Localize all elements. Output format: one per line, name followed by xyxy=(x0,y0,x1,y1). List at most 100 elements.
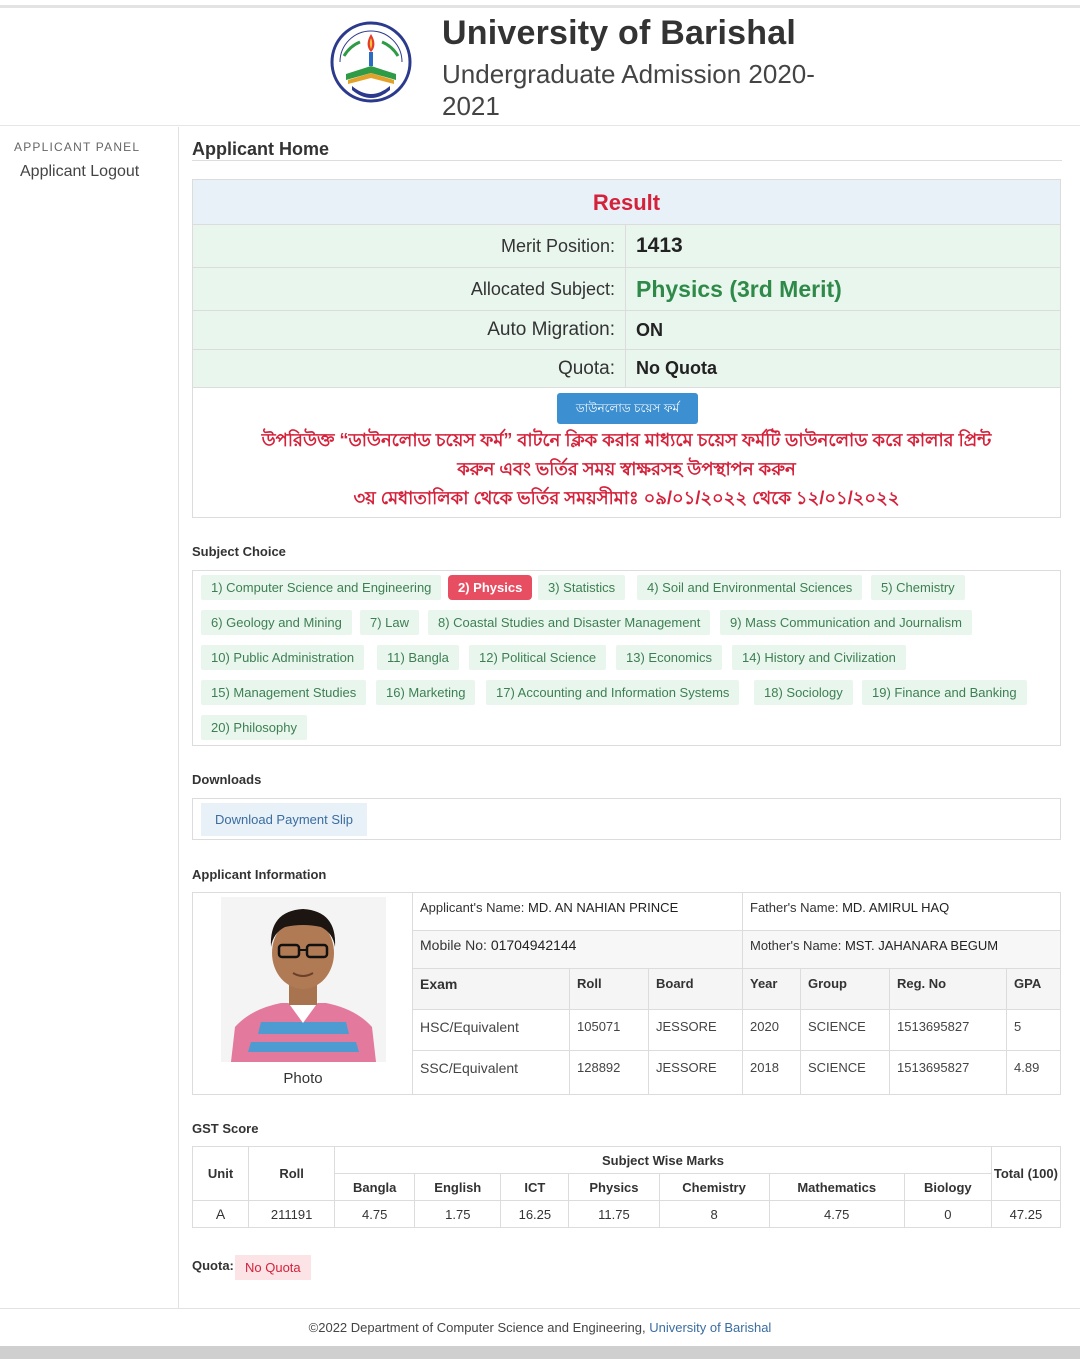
subject-choice-item: 9) Mass Communication and Journalism xyxy=(720,610,972,635)
subject-choice-item: 3) Statistics xyxy=(538,575,626,600)
result-row-subject: Allocated Subject: Physics (3rd Merit) xyxy=(193,268,1060,311)
gst-unit: A xyxy=(191,1200,250,1228)
gst-roll: 211191 xyxy=(248,1200,336,1228)
year-header: Year xyxy=(743,969,801,1010)
gst-mark: 11.75 xyxy=(568,1200,660,1228)
subject-choice-item: 16) Marketing xyxy=(376,680,476,705)
hsc-reg-no: 1513695827 xyxy=(890,1010,1007,1051)
quota-row: Quota: No Quota xyxy=(192,1255,311,1280)
notice-line-1: উপরিউক্ত “ডাউনলোড চয়েস ফর্ম” বাটনে ক্লি… xyxy=(261,430,992,450)
subject-choice-item: 18) Sociology xyxy=(754,680,853,705)
gst-mark: 1.75 xyxy=(414,1200,502,1228)
gst-subject-header: Biology xyxy=(903,1173,992,1201)
subject-choice-item: 19) Finance and Banking xyxy=(862,680,1027,705)
father-name-value: MD. AMIRUL HAQ xyxy=(842,900,950,915)
bottom-bar xyxy=(0,1346,1080,1359)
result-title: Result xyxy=(193,180,1060,225)
mother-name-cell: Mother's Name: MST. JAHANARA BEGUM xyxy=(743,931,1060,969)
roll-header: Roll xyxy=(570,969,649,1010)
hsc-year: 2020 xyxy=(743,1010,801,1051)
subject-choice-heading: Subject Choice xyxy=(192,544,286,559)
applicant-photo xyxy=(221,897,386,1062)
result-panel: Result Merit Position: 1413 Allocated Su… xyxy=(192,179,1061,518)
gst-mark: 16.25 xyxy=(500,1200,570,1228)
notice-line-2: করুন এবং ভর্তির সময় স্বাক্ষরসহ উপস্থাপন… xyxy=(457,459,796,479)
hsc-exam: HSC/Equivalent xyxy=(413,1010,570,1051)
mobile-value: 01704942144 xyxy=(490,937,577,953)
merit-position-label: Merit Position: xyxy=(193,225,626,267)
gpa-header: GPA xyxy=(1007,969,1060,1010)
gst-subject-header: English xyxy=(414,1173,502,1201)
gst-subject-header: Mathematics xyxy=(768,1173,905,1201)
exam-header: Exam xyxy=(413,969,570,1010)
gst-mark: 4.75 xyxy=(768,1200,905,1228)
gst-unit-header: Unit xyxy=(191,1146,250,1201)
subject-choice-item: 6) Geology and Mining xyxy=(201,610,352,635)
sidebar-item-logout[interactable]: Applicant Logout xyxy=(20,163,139,181)
auto-migration-value: ON xyxy=(636,320,663,340)
subject-choice-item: 7) Law xyxy=(360,610,420,635)
subject-choice-item: 11) Bangla xyxy=(377,645,459,670)
father-name-cell: Father's Name: MD. AMIRUL HAQ xyxy=(743,893,1060,931)
gst-score-heading: GST Score xyxy=(192,1121,259,1136)
hsc-group: SCIENCE xyxy=(801,1010,890,1051)
footer-university-link[interactable]: University of Barishal xyxy=(649,1320,771,1335)
mother-name-value: MST. JAHANARA BEGUM xyxy=(844,938,999,953)
board-header: Board xyxy=(649,969,743,1010)
university-title: University of Barishal xyxy=(442,14,796,52)
result-row-migration: Auto Migration: ON xyxy=(193,311,1060,350)
subject-choice-item: 15) Management Studies xyxy=(201,680,367,705)
gst-roll-header: Roll xyxy=(248,1146,336,1201)
quota-badge: No Quota xyxy=(235,1255,311,1280)
downloads-heading: Downloads xyxy=(192,772,262,787)
photo-label: Photo xyxy=(283,1070,323,1087)
subject-choice-item-selected: 2) Physics xyxy=(448,575,533,600)
gst-mark: 0 xyxy=(903,1200,992,1228)
applicant-name-cell: Applicant's Name: MD. AN NAHIAN PRINCE xyxy=(413,893,743,931)
university-logo xyxy=(330,16,412,108)
auto-migration-label: Auto Migration: xyxy=(193,311,626,349)
merit-position-value: 1413 xyxy=(636,234,683,257)
quota-row-label: Quota: xyxy=(192,1258,234,1273)
subject-choice-item: 13) Economics xyxy=(616,645,722,670)
ssc-year: 2018 xyxy=(743,1051,801,1094)
subject-choice-item: 4) Soil and Environmental Sciences xyxy=(637,575,863,600)
page-title: Applicant Home xyxy=(192,139,330,159)
quota-label: Quota: xyxy=(193,350,626,387)
downloads-panel: Download Payment Slip xyxy=(192,798,1061,840)
download-payment-slip-button[interactable]: Download Payment Slip xyxy=(201,803,368,836)
table-row: A 211191 4.75 1.75 16.25 11.75 8 4.75 0 … xyxy=(191,1200,1062,1228)
gst-subject-header: Physics xyxy=(568,1173,660,1201)
gst-total-header: Total (100) xyxy=(990,1146,1062,1201)
page-header: University of Barishal Undergraduate Adm… xyxy=(0,8,1080,126)
subject-choice-item: 20) Philosophy xyxy=(201,715,307,740)
gst-score-table: Unit Roll Subject Wise Marks Total (100)… xyxy=(191,1146,1062,1228)
photo-cell: Photo xyxy=(193,893,413,1094)
subject-choice-list: 1) Computer Science and Engineering 2) P… xyxy=(192,570,1061,746)
subject-choice-item: 10) Public Administration xyxy=(201,645,365,670)
sidebar-panel-label: APPLICANT PANEL xyxy=(14,140,141,154)
hsc-board: JESSORE xyxy=(649,1010,743,1051)
subject-choice-item: 12) Political Science xyxy=(469,645,607,670)
hsc-roll: 105071 xyxy=(570,1010,649,1051)
allocated-subject-label: Allocated Subject: xyxy=(193,268,626,310)
ssc-group: SCIENCE xyxy=(801,1051,890,1094)
applicant-info-panel: Photo Applicant's Name: MD. AN NAHIAN PR… xyxy=(192,892,1061,1095)
applicant-info-heading: Applicant Information xyxy=(192,867,327,882)
father-name-label: Father's Name: xyxy=(750,900,839,915)
gst-subject-header: ICT xyxy=(500,1173,570,1201)
reg-no-header: Reg. No xyxy=(890,969,1007,1010)
ssc-roll: 128892 xyxy=(570,1051,649,1094)
result-row-quota: Quota: No Quota xyxy=(193,350,1060,388)
mobile-cell: Mobile No: 01704942144 xyxy=(413,931,743,969)
ssc-gpa: 4.89 xyxy=(1014,1060,1040,1075)
gst-subject-header: Chemistry xyxy=(658,1173,770,1201)
mobile-label: Mobile No: xyxy=(420,937,487,953)
applicant-name-value: MD. AN NAHIAN PRINCE xyxy=(528,900,679,915)
group-header: Group xyxy=(801,969,890,1010)
ssc-reg-no: 1513695827 xyxy=(890,1051,1007,1094)
subject-choice-item: 5) Chemistry xyxy=(871,575,965,600)
download-choice-form-button[interactable]: ডাউনলোড চয়েস ফর্ম xyxy=(557,393,698,424)
quota-value: No Quota xyxy=(636,358,717,378)
sidebar: APPLICANT PANEL Applicant Logout xyxy=(0,127,179,1308)
